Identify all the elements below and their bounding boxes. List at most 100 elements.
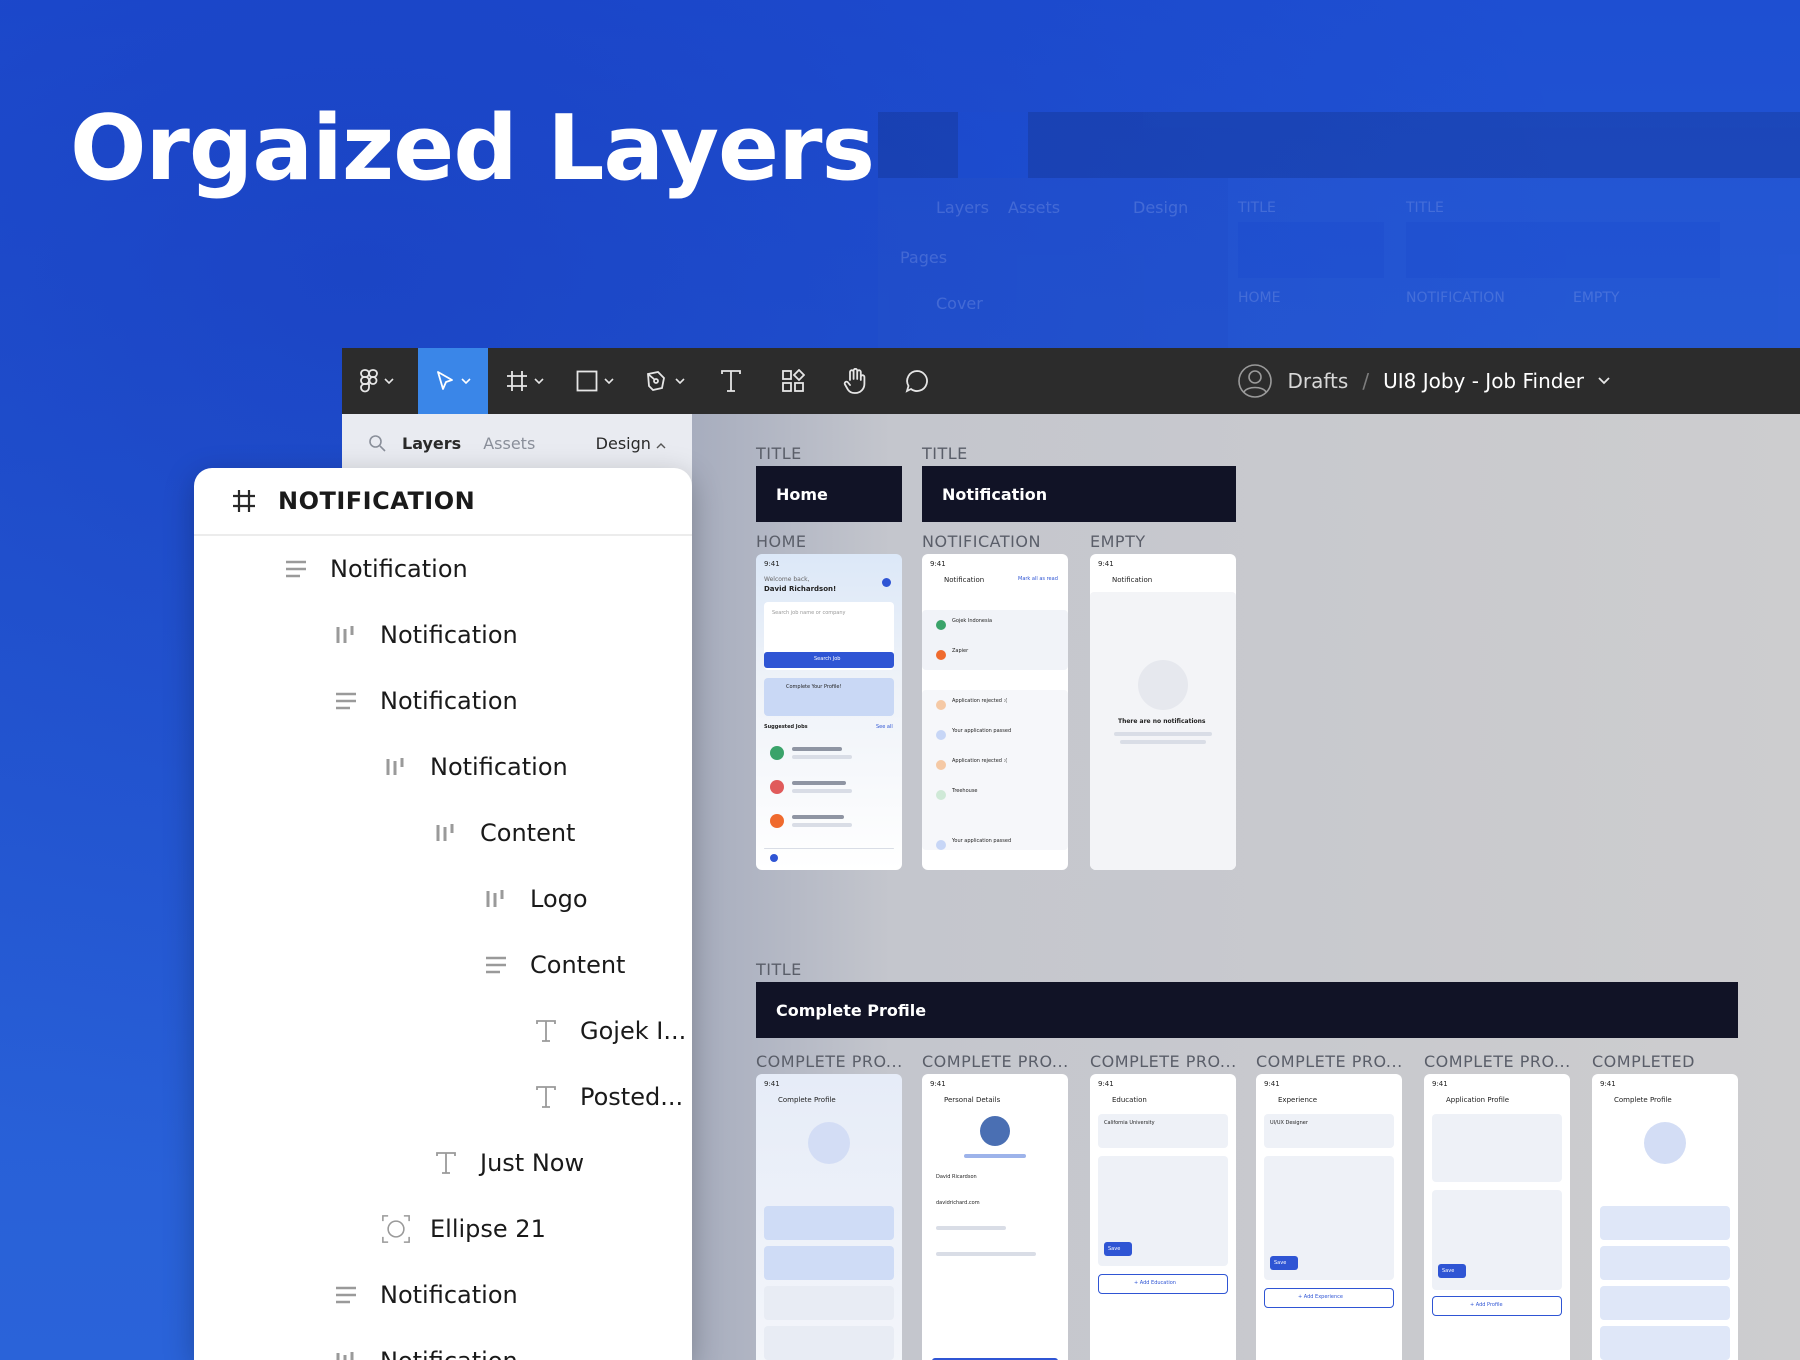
frame-label-home: HOME — [756, 532, 807, 551]
cp-files-card — [1432, 1114, 1562, 1182]
cp-add: + Add Education — [1134, 1280, 1176, 1286]
layer-row[interactable]: Posted... — [194, 1064, 692, 1130]
move-tool-button[interactable] — [418, 348, 488, 414]
phone-complete-profile-2[interactable]: 9:41 Personal Details David Ricardson da… — [922, 1074, 1068, 1360]
notif-yesterday-group — [922, 690, 1068, 850]
cp-save: Save — [1274, 1260, 1287, 1266]
cp-step-card — [1600, 1326, 1730, 1360]
cp-add: + Add Profile — [1470, 1302, 1503, 1308]
frame-tool-button[interactable] — [490, 348, 560, 414]
status-time: 9:41 — [764, 1080, 780, 1088]
title-bar-notification[interactable]: Notification — [922, 466, 1236, 522]
phone-notification[interactable]: 9:41 Notification Mark all as read Gojek… — [922, 554, 1068, 870]
search-icon — [369, 435, 386, 452]
figma-logo-icon — [360, 369, 378, 393]
cp-exp: UI/UX Designer — [1270, 1120, 1308, 1126]
layer-row[interactable]: Notification — [194, 536, 692, 602]
tab-layers[interactable]: Layers — [402, 434, 461, 453]
notif-item: Application rejected :( — [952, 698, 1008, 704]
notif-icon — [936, 760, 946, 770]
layer-row[interactable]: Notification — [194, 1262, 692, 1328]
breadcrumb-drafts[interactable]: Drafts — [1287, 369, 1348, 393]
cp-step-card — [764, 1326, 894, 1360]
layers-panel: NOTIFICATION Notification Notification Not… — [194, 468, 692, 1360]
notif-icon — [936, 700, 946, 710]
title-label: TITLE — [756, 960, 802, 979]
ghost-bar-notification — [1406, 222, 1720, 278]
frame-label: COMPLETE PRO... — [1256, 1052, 1403, 1071]
frame-label: COMPLETE PRO... — [1424, 1052, 1571, 1071]
notif-mark-read: Mark all as read — [1018, 576, 1058, 582]
profile-avatar-icon — [808, 1122, 850, 1164]
text-icon — [532, 1017, 560, 1045]
text-line — [1114, 732, 1212, 736]
profile-avatar-icon — [1644, 1122, 1686, 1164]
layer-row[interactable]: Content — [194, 932, 692, 998]
cp-step-card — [764, 1246, 894, 1280]
layer-label: Logo — [530, 885, 588, 913]
job-logo-icon — [770, 780, 784, 794]
tab-assets[interactable]: Assets — [483, 434, 535, 453]
cp-step-card — [764, 1286, 894, 1320]
phone-complete-profile-1[interactable]: 9:41 Complete Profile — [756, 1074, 902, 1360]
file-name[interactable]: UI8 Joby - Job Finder — [1383, 369, 1584, 393]
frame-label-notification: NOTIFICATION — [922, 532, 1041, 551]
layer-row[interactable]: Ellipse 21 — [194, 1196, 692, 1262]
layer-row[interactable]: Notification — [194, 602, 692, 668]
comment-tool-button[interactable] — [886, 348, 948, 414]
layer-label: Just Now — [480, 1149, 585, 1177]
notif-icon — [936, 730, 946, 740]
layers-header[interactable]: NOTIFICATION — [194, 468, 692, 536]
breadcrumb-separator: / — [1362, 369, 1370, 393]
layer-row[interactable]: Notification — [194, 668, 692, 734]
layers-header-title: NOTIFICATION — [278, 487, 476, 515]
hand-tool-button[interactable] — [824, 348, 886, 414]
align-icon — [332, 687, 360, 715]
phone-completed[interactable]: 9:41 Complete Profile — [1592, 1074, 1738, 1360]
text-icon — [432, 1149, 460, 1177]
status-time: 9:41 — [1432, 1080, 1448, 1088]
chevron-down-icon — [461, 378, 471, 384]
text-line — [792, 755, 852, 759]
layer-row[interactable]: Just Now — [194, 1130, 692, 1196]
notif-item: Application rejected :( — [952, 758, 1008, 764]
status-time: 9:41 — [930, 1080, 946, 1088]
components-button[interactable] — [762, 348, 824, 414]
pen-tool-button[interactable] — [630, 348, 700, 414]
layer-label: Notification — [430, 753, 568, 781]
text-line — [936, 1252, 1036, 1256]
layer-label: Notification — [330, 555, 468, 583]
phone-empty[interactable]: 9:41 Notification There are no notificat… — [1090, 554, 1236, 870]
figma-menu-button[interactable] — [342, 348, 412, 414]
layer-row[interactable]: Notification — [194, 1328, 692, 1360]
layer-row[interactable]: Logo — [194, 866, 692, 932]
canvas[interactable]: TITLE TITLE Home Notification HOME NOTIF… — [692, 414, 1800, 1360]
text-tool-button[interactable] — [700, 348, 762, 414]
notif-item: Treehouse — [952, 788, 978, 794]
notif-item: Zapier — [952, 648, 969, 654]
ghost-tab-layers: Layers — [936, 198, 989, 217]
phone-complete-profile-5[interactable]: 9:41 Application Profile Save + Add Prof… — [1424, 1074, 1570, 1360]
cp-step-card — [1600, 1206, 1730, 1240]
layer-row[interactable]: Content — [194, 800, 692, 866]
phone-complete-profile-3[interactable]: 9:41 Education California University Sav… — [1090, 1074, 1236, 1360]
bell-empty-icon — [1138, 660, 1188, 710]
ghost-label: TITLE — [1238, 200, 1276, 216]
notif-icon — [936, 790, 946, 800]
bars-icon — [482, 885, 510, 913]
phone-home[interactable]: 9:41 Welcome back, David Richardson! Sea… — [756, 554, 902, 870]
title-bar-complete-profile[interactable]: Complete Profile — [756, 982, 1738, 1038]
tab-design[interactable]: Design — [596, 434, 666, 453]
avatar-icon — [1238, 364, 1273, 398]
text-line — [1120, 740, 1206, 744]
phone-complete-profile-4[interactable]: 9:41 Experience UI/UX Designer Save + Ad… — [1256, 1074, 1402, 1360]
shape-tool-button[interactable] — [560, 348, 630, 414]
title-bar-home[interactable]: Home — [756, 466, 902, 522]
cp-title: Experience — [1278, 1096, 1318, 1104]
align-icon — [332, 1281, 360, 1309]
panel-tabs: Layers Assets Design — [342, 414, 692, 472]
layer-row[interactable]: Notification — [194, 734, 692, 800]
home-tab-icon — [770, 854, 778, 862]
rectangle-icon — [576, 370, 598, 392]
layer-row[interactable]: Gojek I... — [194, 998, 692, 1064]
